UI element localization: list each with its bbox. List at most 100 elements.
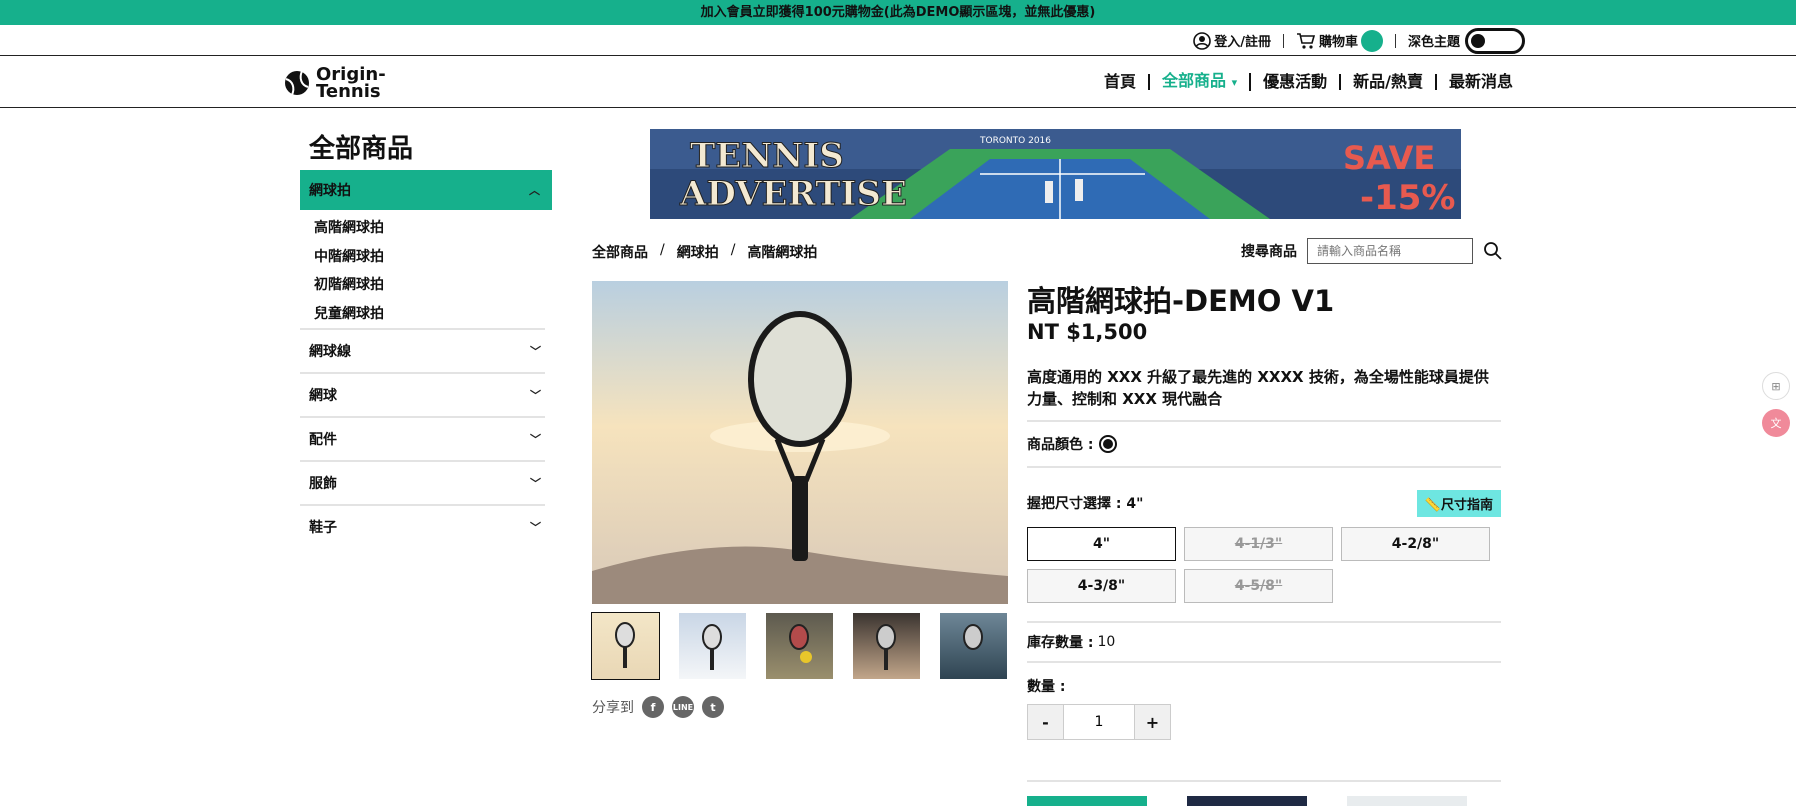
facebook-icon[interactable]: f [642, 696, 664, 718]
search-input[interactable] [1307, 238, 1473, 264]
category-label: 服飾 [309, 476, 337, 492]
menu-item-label: 全部商品 [1161, 71, 1226, 90]
share-row: 分享到 f LINE t [592, 696, 724, 718]
size-header: 握把尺寸選擇 : 4" 📏尺寸指南 [1027, 489, 1501, 517]
subcategory-item[interactable]: 高階網球拍 [314, 214, 552, 243]
translate-icon[interactable]: 文 [1762, 409, 1790, 437]
cart-count-badge [1360, 29, 1383, 52]
breadcrumb-item[interactable]: 全部商品 [592, 242, 648, 262]
breadcrumb: 全部商品 / 網球拍 / 高階網球拍 [592, 242, 817, 262]
swatch-fill [1103, 439, 1114, 449]
menu-item-home[interactable]: 首頁 [1092, 74, 1150, 90]
sidebar-category-rackets[interactable]: 網球拍 ︿ [300, 170, 552, 210]
breadcrumb-item[interactable]: 網球拍 [677, 242, 719, 262]
twitter-icon[interactable]: t [702, 696, 724, 718]
thumbnail-image[interactable] [679, 613, 746, 679]
site-logo[interactable]: Origin- Tennis [284, 66, 386, 102]
quantity-input[interactable] [1064, 704, 1134, 740]
stock-label: 庫存數量 : [1027, 635, 1094, 651]
menu-item-all-products[interactable]: 全部商品 ▾ [1150, 71, 1252, 91]
stock-value: 10 [1097, 634, 1116, 650]
stock-row: 庫存數量 : 10 [1027, 623, 1501, 663]
sidebar-category[interactable]: 鞋子 ﹀ [300, 504, 545, 548]
divider [1282, 33, 1284, 48]
sidebar-category[interactable]: 網球 ﹀ [300, 372, 545, 416]
sidebar-category[interactable]: 服飾 ﹀ [300, 460, 545, 504]
sidebar-category[interactable]: 配件 ﹀ [300, 416, 545, 460]
category-label: 鞋子 [309, 520, 337, 536]
qr-code-icon[interactable]: ⊞ [1762, 372, 1790, 400]
breadcrumb-item[interactable]: 高階網球拍 [747, 242, 817, 262]
subcategory-item[interactable]: 初階網球拍 [314, 271, 552, 300]
thumbnail-image[interactable] [853, 613, 920, 679]
size-guide-button[interactable]: 📏尺寸指南 [1416, 489, 1501, 517]
user-icon [1193, 31, 1212, 50]
main-nav: Origin- Tennis 首頁 全部商品 ▾ 優惠活動 新品/熱賣 最新消息 [0, 56, 1796, 108]
size-option[interactable]: 4-5/8" [1184, 569, 1333, 603]
theme-toggle[interactable] [1465, 27, 1525, 54]
dark-theme-label: 深色主題 [1407, 35, 1460, 50]
cart-link[interactable]: 購物車 [1296, 29, 1383, 52]
add-to-cart-button[interactable] [1027, 796, 1147, 806]
chevron-down-icon: ﹀ [530, 389, 541, 402]
product-title: 高階網球拍-DEMO V1 [1027, 284, 1335, 318]
subcategory-item[interactable]: 中階網球拍 [314, 243, 552, 272]
chevron-down-icon: ﹀ [530, 433, 541, 446]
breadcrumb-separator: / [730, 242, 736, 258]
banner-sign: TORONTO 2016 [979, 136, 1051, 146]
thumbnail-image[interactable] [940, 613, 1007, 679]
sidebar-title: 全部商品 [309, 134, 414, 164]
chevron-down-icon: ▾ [1231, 76, 1238, 89]
thumbnail-image[interactable] [766, 613, 833, 679]
banner-discount: -15% [1360, 178, 1456, 218]
login-link[interactable]: 登入/註冊 [1193, 31, 1271, 50]
sidebar-category[interactable]: 網球線 ﹀ [300, 328, 545, 372]
size-option[interactable]: 4" [1027, 527, 1176, 561]
size-option[interactable]: 4-1/3" [1184, 527, 1333, 561]
thumbnail-image[interactable] [591, 612, 660, 680]
logo-text: Origin- Tennis [316, 66, 386, 102]
subcategory-item[interactable]: 兒童網球拍 [314, 300, 552, 329]
promo-bar: 加入會員立即獲得100元購物金(此為DEMO顯示區塊，並無此優惠) [0, 0, 1796, 25]
chevron-down-icon: ﹀ [530, 521, 541, 534]
buy-now-button[interactable] [1187, 796, 1307, 806]
dark-theme-switch[interactable]: 深色主題 [1407, 27, 1525, 54]
size-option[interactable]: 4-2/8" [1341, 527, 1490, 561]
banner-save: SAVE [1343, 139, 1435, 177]
tennis-ball-logo-icon [285, 70, 309, 96]
thumbnail-strip [591, 612, 1007, 680]
top-menu: 首頁 全部商品 ▾ 優惠活動 新品/熱賣 最新消息 [1092, 56, 1513, 108]
menu-item-promotions[interactable]: 優惠活動 [1251, 74, 1342, 90]
category-label: 配件 [309, 432, 337, 448]
size-guide-label: 尺寸指南 [1440, 497, 1493, 513]
menu-item-news[interactable]: 最新消息 [1437, 74, 1513, 90]
search-icon[interactable] [1483, 241, 1503, 261]
quantity-stepper: - + [1027, 704, 1501, 740]
product-main-image[interactable] [592, 281, 1008, 604]
category-sidebar: 全部商品 網球拍 ︿ 高階網球拍 中階網球拍 初階網球拍 兒童網球拍 網球線 ﹀ … [300, 128, 552, 548]
color-swatch[interactable] [1099, 435, 1118, 453]
menu-item-new-hot[interactable]: 新品/熱賣 [1341, 74, 1437, 90]
product-description: 高度通用的 XXX 升級了最先進的 XXXX 技術，為全場性能球員提供力量、控制… [1027, 366, 1501, 422]
size-options: 4" 4-1/3" 4-2/8" 4-3/8" 4-5/8" [1027, 527, 1501, 623]
product-info: 高階網球拍-DEMO V1 NT $1,500 高度通用的 XXX 升級了最先進… [1027, 278, 1501, 740]
product-price: NT $1,500 [1027, 320, 1148, 344]
ad-banner[interactable]: TENNIS ADVERTISE TORONTO 2016 SAVE -15% [650, 129, 1461, 219]
quantity-minus-button[interactable]: - [1027, 704, 1064, 740]
banner-left-text: ADVERTISE [679, 174, 907, 214]
banner-left-text: TENNIS [690, 136, 844, 176]
wishlist-button[interactable] [1347, 796, 1467, 806]
search-label: 搜尋商品 [1241, 244, 1297, 260]
category-label: 網球線 [309, 344, 351, 360]
divider [1394, 33, 1396, 48]
size-label: 握把尺寸選擇 : 4" [1027, 496, 1144, 512]
color-row: 商品顏色 : [1027, 422, 1501, 468]
toggle-knob [1471, 33, 1485, 48]
quantity-plus-button[interactable]: + [1134, 704, 1171, 740]
logo-line2: Tennis [316, 81, 381, 102]
chevron-up-icon: ︿ [529, 184, 540, 197]
line-icon[interactable]: LINE [672, 696, 694, 718]
size-option[interactable]: 4-3/8" [1027, 569, 1176, 603]
category-label: 網球拍 [309, 183, 351, 199]
product-search: 搜尋商品 [1241, 238, 1503, 264]
